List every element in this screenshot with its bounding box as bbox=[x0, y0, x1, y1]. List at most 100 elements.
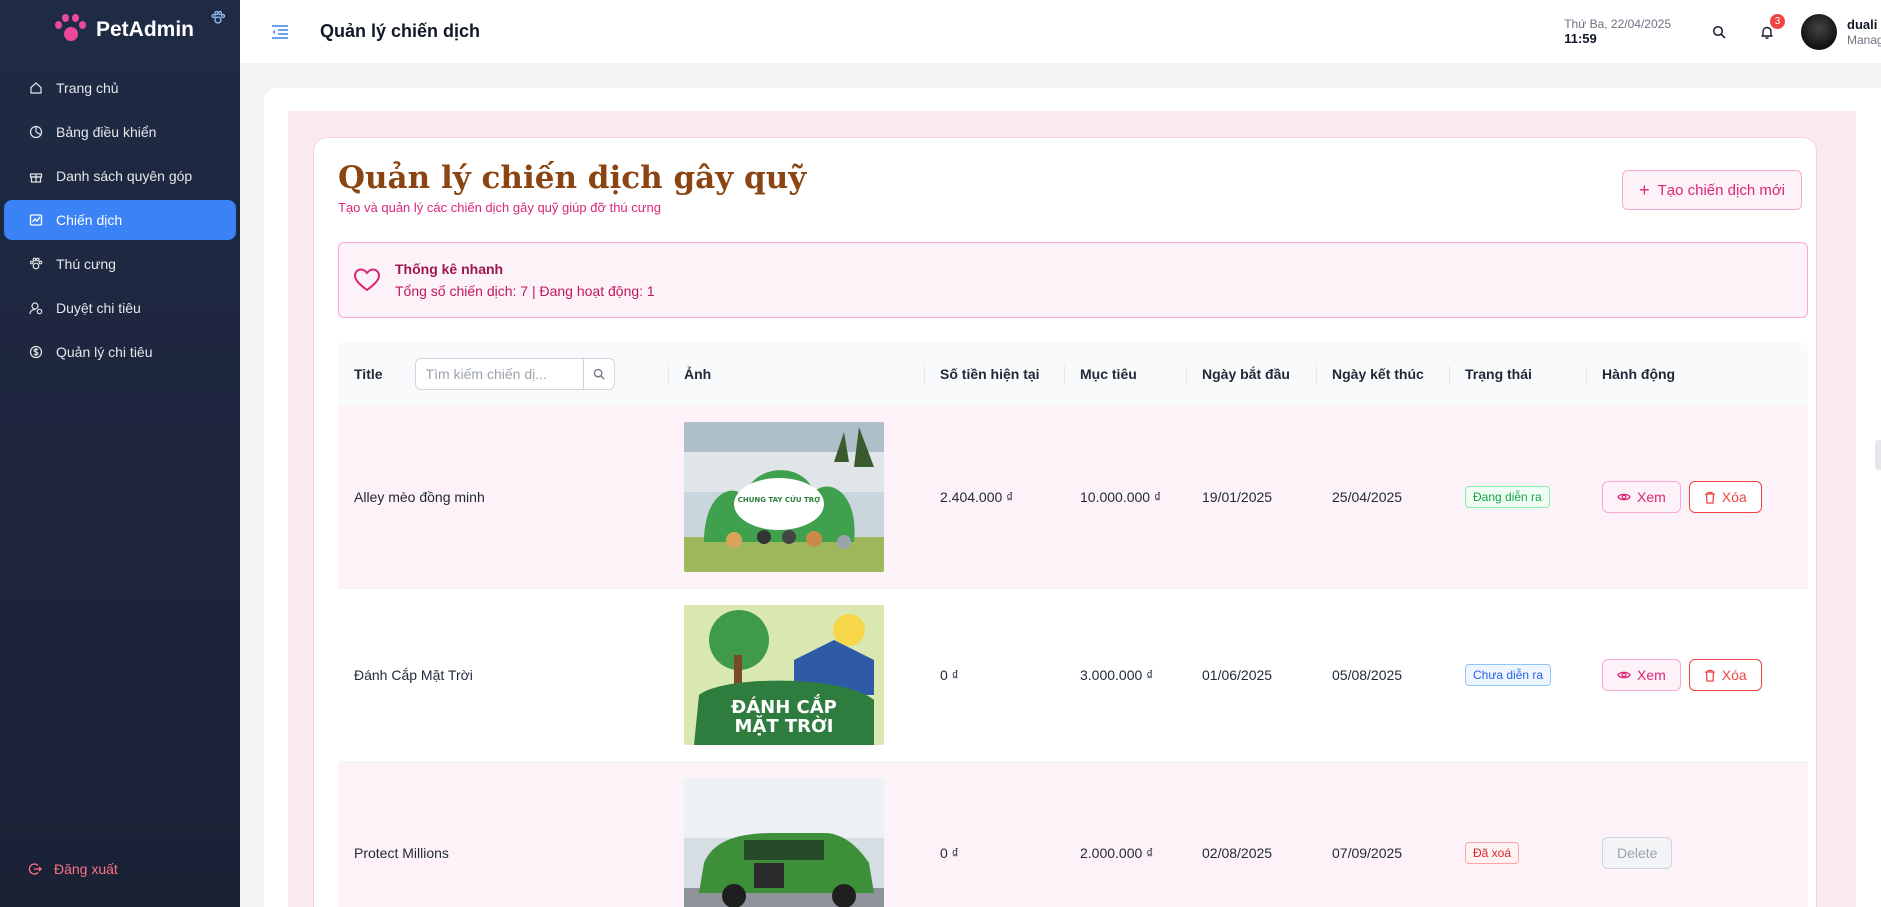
goal-amount: 10.000.000 ₫ bbox=[1080, 489, 1162, 505]
logout-button[interactable]: Đăng xuất bbox=[4, 849, 118, 889]
audit-icon bbox=[28, 300, 44, 316]
goal-amount: 3.000.000 ₫ bbox=[1080, 667, 1154, 683]
delete-button[interactable]: Xóa bbox=[1688, 659, 1762, 691]
delete-disabled-button[interactable]: Delete bbox=[1602, 837, 1673, 869]
stats-text: Tổng số chiến dịch: 7 | Đang hoạt động: … bbox=[395, 283, 655, 299]
current-amount: 0 ₫ bbox=[940, 845, 959, 861]
create-campaign-button[interactable]: + Tạo chiến dịch mới bbox=[1622, 170, 1802, 210]
sidebar-item-label: Thú cưng bbox=[56, 256, 116, 272]
column-actions: Hành động bbox=[1586, 342, 1808, 406]
create-campaign-label: Tạo chiến dịch mới bbox=[1657, 181, 1785, 199]
campaign-title: Protect Millions bbox=[354, 845, 449, 861]
home-icon bbox=[28, 80, 44, 96]
status-badge: Đã xoá bbox=[1465, 842, 1520, 864]
sidebar-nav: Trang chủ Bảng điều khiển Danh sách quyê… bbox=[0, 68, 240, 372]
current-time: 11:59 bbox=[1564, 31, 1597, 47]
user-role: Manag bbox=[1847, 32, 1881, 47]
paw-logo-icon bbox=[50, 11, 88, 49]
sidebar: PetAdmin Trang chủ Bảng điều khiển Danh … bbox=[0, 0, 240, 907]
sidebar-item-label: Trang chủ bbox=[56, 80, 119, 96]
header-right: Thứ Ba, 22/04/2025 11:59 3 duali Manag bbox=[1564, 0, 1881, 64]
status-badge: Đang diễn ra bbox=[1465, 486, 1550, 508]
sidebar-item-label: Danh sách quyên góp bbox=[56, 168, 193, 184]
goal-amount: 2.000.000 ₫ bbox=[1080, 845, 1154, 861]
view-button[interactable]: Xem bbox=[1602, 481, 1681, 513]
logout-label: Đăng xuất bbox=[54, 861, 118, 877]
table-row: Alley mèo đồng minh CHUNG TAY CỨU TRỢ 2.… bbox=[338, 406, 1808, 589]
sidebar-item-label: Quản lý chi tiêu bbox=[56, 344, 153, 360]
table-row: Protect Millions 0 ₫ 2.000.000 ₫ 02/08/2… bbox=[338, 762, 1808, 907]
campaign-table: Title Ảnh Số tiền hiện tại Mục tiêu Ngày… bbox=[338, 342, 1808, 907]
campaign-image[interactable]: CHUNG TAY CỨU TRỢ bbox=[684, 422, 884, 572]
column-start-date: Ngày bắt đầu bbox=[1186, 342, 1316, 406]
search-icon[interactable] bbox=[1705, 18, 1733, 46]
sidebar-item-expense-approval[interactable]: Duyệt chi tiêu bbox=[4, 288, 236, 328]
start-date: 01/06/2025 bbox=[1202, 667, 1273, 683]
sidebar-item-label: Chiến dịch bbox=[56, 212, 123, 228]
gift-icon bbox=[28, 168, 44, 184]
start-date: 19/01/2025 bbox=[1202, 489, 1273, 505]
current-date: Thứ Ba, 22/04/2025 bbox=[1564, 17, 1671, 31]
fund-icon bbox=[28, 212, 44, 228]
column-title: Title bbox=[338, 342, 668, 406]
bell-icon[interactable]: 3 bbox=[1753, 14, 1785, 46]
end-date: 05/08/2025 bbox=[1332, 667, 1403, 683]
brand[interactable]: PetAdmin bbox=[0, 0, 240, 60]
current-amount: 0 ₫ bbox=[940, 667, 959, 683]
search-button[interactable] bbox=[584, 359, 614, 389]
sidebar-item-dashboard[interactable]: Bảng điều khiển bbox=[4, 112, 236, 152]
sidebar-item-pets[interactable]: Thú cưng bbox=[4, 244, 236, 284]
campaign-search bbox=[414, 358, 615, 390]
sidebar-item-label: Duyệt chi tiêu bbox=[56, 300, 141, 316]
actions-cell: Delete bbox=[1586, 762, 1808, 907]
search-input[interactable] bbox=[415, 359, 584, 389]
view-label: Xem bbox=[1637, 667, 1666, 683]
brand-name: PetAdmin bbox=[96, 18, 195, 41]
delete-label: Xóa bbox=[1721, 489, 1747, 505]
campaign-image-cell: ĐÁNH CẮP MẶT TRỜI bbox=[668, 589, 924, 761]
actions-cell: Xem Xóa bbox=[1586, 406, 1808, 588]
current-amount: 2.404.000 ₫ bbox=[940, 489, 1014, 505]
stats-title: Thống kê nhanh bbox=[395, 261, 504, 277]
paw-icon bbox=[28, 256, 44, 272]
eye-icon bbox=[1617, 670, 1631, 680]
paw-small-icon bbox=[210, 10, 226, 29]
column-title-label: Title bbox=[354, 366, 383, 382]
image-caption-line1: ĐÁNH CẮP bbox=[731, 694, 837, 718]
campaign-image[interactable]: ĐÁNH CẮP MẶT TRỜI bbox=[684, 605, 884, 745]
status-cell: Chưa diễn ra bbox=[1449, 589, 1586, 761]
menu-fold-icon[interactable] bbox=[270, 22, 290, 42]
sidebar-item-home[interactable]: Trang chủ bbox=[4, 68, 236, 108]
sidebar-item-donations[interactable]: Danh sách quyên góp bbox=[4, 156, 236, 196]
campaign-page-title: Quản lý chiến dịch gây quỹ bbox=[338, 160, 807, 196]
column-image: Ảnh bbox=[668, 342, 924, 406]
column-goal: Mục tiêu bbox=[1064, 342, 1186, 406]
status-badge: Chưa diễn ra bbox=[1465, 664, 1552, 686]
delete-label: Xóa bbox=[1721, 667, 1747, 683]
view-label: Xem bbox=[1637, 489, 1666, 505]
status-cell: Đã xoá bbox=[1449, 762, 1586, 907]
pie-chart-icon bbox=[28, 124, 44, 140]
campaign-image[interactable] bbox=[684, 778, 884, 907]
campaign-image-cell: CHUNG TAY CỨU TRỢ bbox=[668, 406, 924, 588]
campaign-image-cell bbox=[668, 762, 924, 907]
scroll-handle[interactable] bbox=[1875, 440, 1881, 470]
campaign-title: Đánh Cắp Mặt Trời bbox=[354, 667, 473, 683]
logout-icon bbox=[28, 862, 42, 876]
status-cell: Đang diễn ra bbox=[1449, 406, 1586, 588]
sidebar-item-campaigns[interactable]: Chiến dịch bbox=[4, 200, 236, 240]
eye-icon bbox=[1617, 492, 1631, 502]
delete-button[interactable]: Xóa bbox=[1688, 481, 1762, 513]
column-end-date: Ngày kết thúc bbox=[1316, 342, 1449, 406]
notification-badge: 3 bbox=[1770, 14, 1785, 29]
column-current-amount: Số tiền hiện tại bbox=[924, 342, 1064, 406]
campaign-title: Alley mèo đồng minh bbox=[354, 489, 485, 505]
start-date: 02/08/2025 bbox=[1202, 845, 1273, 861]
end-date: 25/04/2025 bbox=[1332, 489, 1403, 505]
user-meta[interactable]: duali Manag bbox=[1847, 17, 1881, 47]
view-button[interactable]: Xem bbox=[1602, 659, 1681, 691]
campaign-page-subtitle: Tạo và quản lý các chiến dịch gây quỹ gi… bbox=[338, 200, 661, 215]
heart-icon bbox=[353, 267, 381, 298]
sidebar-item-expense-management[interactable]: Quản lý chi tiêu bbox=[4, 332, 236, 372]
avatar[interactable] bbox=[1801, 14, 1837, 50]
